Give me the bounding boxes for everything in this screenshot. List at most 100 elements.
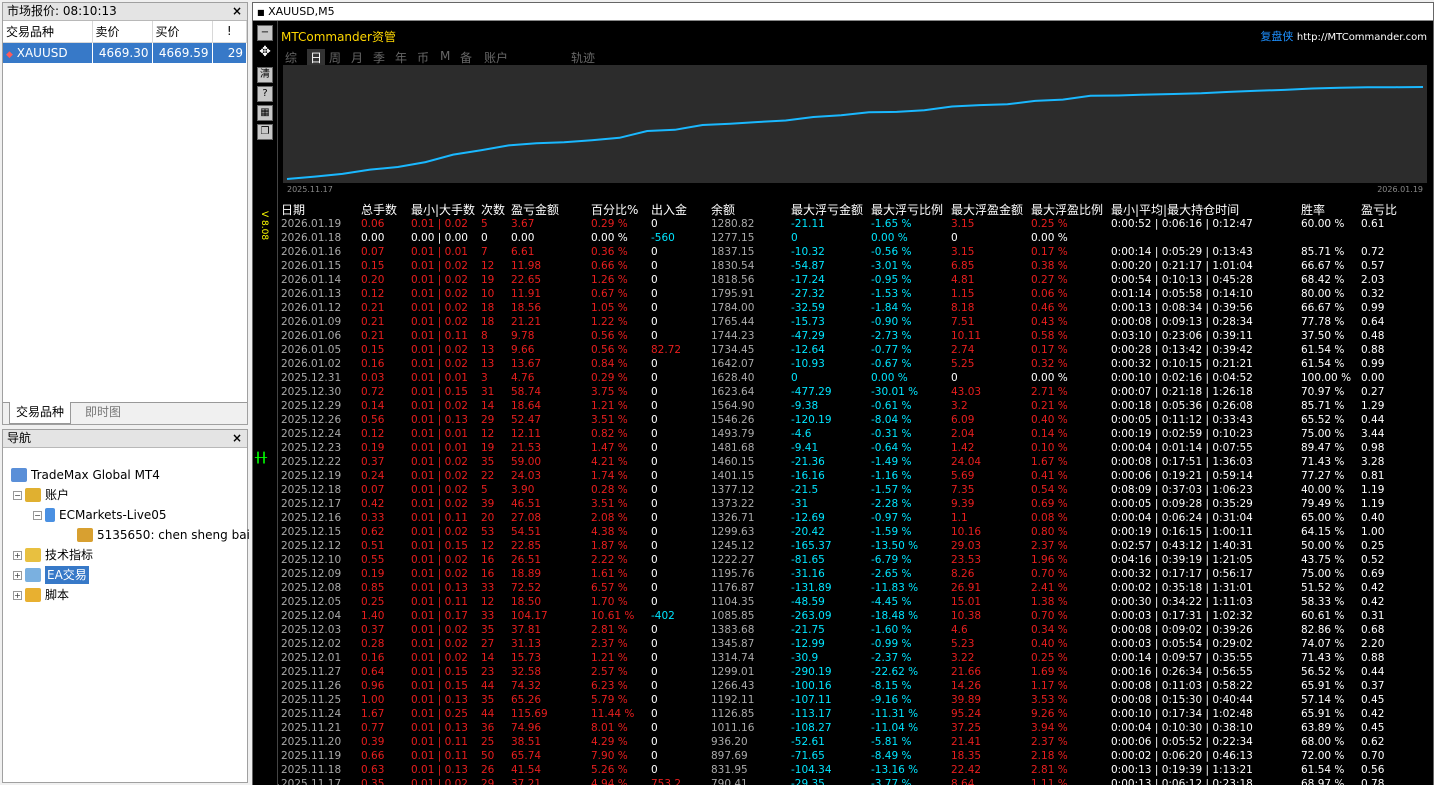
col-spread[interactable]: ! xyxy=(212,21,247,43)
grid-icon[interactable]: ▦ xyxy=(257,105,273,121)
col-bid[interactable]: 卖价 xyxy=(92,21,153,43)
minimize-icon[interactable]: − xyxy=(257,25,273,41)
table-row[interactable]: 2026.01.14 0.20 0.01 | 0.02 19 22.65 1.26 % 0 1… xyxy=(279,274,1433,288)
cell-8: -10.93 xyxy=(791,358,825,370)
tree-accounts[interactable]: − 账户 xyxy=(13,486,69,504)
table-row[interactable]: 2025.11.18 0.63 0.01 | 0.13 26 41.54 5.26 % 0 8… xyxy=(279,764,1433,778)
period-tab-10[interactable]: 轨迹 xyxy=(571,49,595,66)
period-tab-6[interactable]: 币 xyxy=(417,49,429,66)
period-tab-3[interactable]: 月 xyxy=(351,49,363,66)
cell-13: 65.00 % xyxy=(1301,512,1345,524)
chart-window[interactable]: ■ XAUUSD,M5 − ✥ 清 ? ▦ ❐ V 8.08 ╂╂ MTComm… xyxy=(252,2,1434,785)
brand-url[interactable]: http://MTCommander.com xyxy=(1297,32,1427,43)
move-icon[interactable]: ✥ xyxy=(257,45,273,61)
tree-scripts[interactable]: + 脚本 xyxy=(13,586,69,604)
table-row[interactable]: 2026.01.19 0.06 0.01 | 0.02 5 3.67 0.29 % 0 128… xyxy=(279,218,1433,232)
period-tab-0[interactable]: 综 xyxy=(285,49,297,66)
table-row[interactable]: 2026.01.09 0.21 0.01 | 0.02 18 21.21 1.22 % 0 1… xyxy=(279,316,1433,330)
table-row[interactable]: 2025.11.26 0.96 0.01 | 0.15 44 74.32 6.23 % 0 1… xyxy=(279,680,1433,694)
table-row[interactable]: 2026.01.16 0.07 0.01 | 0.01 7 6.61 0.36 % 0 183… xyxy=(279,246,1433,260)
table-row[interactable]: 2025.12.03 0.37 0.01 | 0.02 35 37.81 2.81 % 0 1… xyxy=(279,624,1433,638)
symbol-cell[interactable]: ◆ XAUUSD xyxy=(3,42,93,63)
cell-11: 0.25 % xyxy=(1031,218,1068,230)
table-row[interactable]: 2026.01.18 0.00 0.00 | 0.00 0 0.00 0.00 % -560… xyxy=(279,232,1433,246)
close-icon[interactable]: × xyxy=(232,3,242,20)
cell-4: 32.58 xyxy=(511,666,542,678)
table-row[interactable]: 2026.01.06 0.21 0.01 | 0.11 8 9.78 0.56 % 0 174… xyxy=(279,330,1433,344)
cell-0: 2026.01.06 xyxy=(281,330,342,342)
table-row[interactable]: 2025.12.04 1.40 0.01 | 0.17 33 104.17 10.61 %… xyxy=(279,610,1433,624)
table-row[interactable]: 2025.11.20 0.39 0.01 | 0.11 25 38.51 4.29 % 0 9… xyxy=(279,736,1433,750)
window-icon[interactable]: ❐ xyxy=(257,124,273,140)
cell-8: -12.64 xyxy=(791,344,825,356)
expand-icon[interactable]: + xyxy=(13,590,22,600)
cell-10: 8.26 xyxy=(951,568,975,580)
expand-icon[interactable]: + xyxy=(13,550,22,560)
tree-login[interactable]: 5135650: chen sheng bai xyxy=(77,526,250,544)
table-row[interactable]: 2025.12.10 0.55 0.01 | 0.02 16 26.51 2.22 % 0 1… xyxy=(279,554,1433,568)
expand-icon[interactable]: + xyxy=(13,570,22,580)
table-row[interactable]: 2025.12.05 0.25 0.01 | 0.11 12 18.50 1.70 % 0 1… xyxy=(279,596,1433,610)
table-row[interactable]: 2025.12.23 0.19 0.01 | 0.01 19 21.53 1.47 % 0 1… xyxy=(279,442,1433,456)
tab-symbols[interactable]: 交易品种 xyxy=(9,402,72,424)
cell-5: 1.70 % xyxy=(591,596,628,608)
table-row[interactable]: 2025.11.25 1.00 0.01 | 0.13 35 65.26 5.79 % 0 1… xyxy=(279,694,1433,708)
table-row[interactable]: 2025.12.26 0.56 0.01 | 0.13 29 52.47 3.51 % 0 1… xyxy=(279,414,1433,428)
table-row[interactable]: 2025.12.17 0.42 0.01 | 0.02 39 46.51 3.51 % 0 1… xyxy=(279,498,1433,512)
cell-12: 0:00:04 | 0:06:24 | 0:31:04 xyxy=(1111,512,1253,524)
tree-server[interactable]: − ECMarkets-Live05 xyxy=(33,506,167,524)
cell-8: -104.34 xyxy=(791,764,832,776)
period-tab-1[interactable]: 日 xyxy=(307,49,326,66)
table-row[interactable]: 2025.11.27 0.64 0.01 | 0.15 23 32.58 2.57 % 0 1… xyxy=(279,666,1433,680)
table-row[interactable]: 2025.12.01 0.16 0.01 | 0.02 14 15.73 1.21 % 0 1… xyxy=(279,652,1433,666)
table-row[interactable]: 2025.11.17 0.35 0.01 | 0.02 29 37.21 4.94 % 75… xyxy=(279,778,1433,785)
table-row[interactable]: 2025.12.31 0.03 0.01 | 0.01 3 4.76 0.29 % 0 162… xyxy=(279,372,1433,386)
table-row[interactable]: 2025.12.24 0.12 0.01 | 0.01 12 12.11 0.82 % 0 1… xyxy=(279,428,1433,442)
period-tab-5[interactable]: 年 xyxy=(395,49,407,66)
cell-1: 0.03 xyxy=(361,372,385,384)
collapse-icon[interactable]: − xyxy=(13,490,22,500)
table-row[interactable]: 2025.12.30 0.72 0.01 | 0.15 31 58.74 3.75 % 0 1… xyxy=(279,386,1433,400)
table-row[interactable]: 2025.12.19 0.24 0.01 | 0.02 22 24.03 1.74 % 0 1… xyxy=(279,470,1433,484)
table-row[interactable]: 2025.12.15 0.62 0.01 | 0.02 53 54.51 4.38 % 0 1… xyxy=(279,526,1433,540)
table-row[interactable]: 2025.12.08 0.85 0.01 | 0.13 33 72.52 6.57 % 0 1… xyxy=(279,582,1433,596)
tree-experts[interactable]: + EA交易 xyxy=(13,566,89,584)
table-row[interactable]: 2026.01.02 0.16 0.01 | 0.02 13 13.67 0.84 % 0 1… xyxy=(279,358,1433,372)
table-row[interactable]: 2025.11.19 0.66 0.01 | 0.11 50 65.74 7.90 % 0 8… xyxy=(279,750,1433,764)
cell-4: 3.90 xyxy=(511,484,535,496)
period-tab-7[interactable]: M xyxy=(440,49,450,63)
market-watch-title-text: 市场报价: 08:10:13 xyxy=(7,4,117,18)
col-ask[interactable]: 买价 xyxy=(152,21,213,43)
period-tab-4[interactable]: 季 xyxy=(373,49,385,66)
table-row[interactable]: 2025.12.02 0.28 0.01 | 0.02 27 31.13 2.37 % 0 1… xyxy=(279,638,1433,652)
table-row[interactable]: 2025.12.16 0.33 0.01 | 0.11 20 27.08 2.08 % 0 1… xyxy=(279,512,1433,526)
table-row[interactable]: 2025.12.22 0.37 0.01 | 0.02 35 59.00 4.21 % 0 1… xyxy=(279,456,1433,470)
cell-5: 1.47 % xyxy=(591,442,628,454)
help-icon[interactable]: ? xyxy=(257,86,273,102)
table-row[interactable]: 2026.01.12 0.21 0.01 | 0.02 18 18.56 1.05 % 0 1… xyxy=(279,302,1433,316)
period-tab-9[interactable]: 账户 xyxy=(484,49,508,66)
table-row[interactable]: 2025.12.09 0.19 0.01 | 0.02 16 18.89 1.61 % 0 1… xyxy=(279,568,1433,582)
cell-3: 7 xyxy=(481,246,488,258)
cell-8: -21.36 xyxy=(791,456,825,468)
tree-indicators[interactable]: + 技术指标 xyxy=(13,546,93,564)
clear-icon[interactable]: 清 xyxy=(257,67,273,83)
close-icon[interactable]: × xyxy=(232,430,242,447)
table-row[interactable]: 2025.11.24 1.67 0.01 | 0.25 44 115.69 11.44 %… xyxy=(279,708,1433,722)
symbol-row[interactable]: ◆ XAUUSD 4669.30 4669.59 29 xyxy=(3,42,247,63)
period-tab-2[interactable]: 周 xyxy=(329,49,341,66)
period-tab-8[interactable]: 备 xyxy=(460,49,472,66)
col-symbol[interactable]: 交易品种 xyxy=(3,21,93,43)
cell-1: 0.51 xyxy=(361,540,385,552)
collapse-icon[interactable]: − xyxy=(33,510,42,520)
tab-tick-chart[interactable]: 即时图 xyxy=(79,402,127,424)
tree-broker[interactable]: TradeMax Global MT4 xyxy=(11,466,160,484)
table-row[interactable]: 2025.12.18 0.07 0.01 | 0.02 5 3.90 0.28 % 0 137… xyxy=(279,484,1433,498)
table-row[interactable]: 2025.11.21 0.77 0.01 | 0.13 36 74.96 8.01 % 0 1… xyxy=(279,722,1433,736)
table-row[interactable]: 2025.12.29 0.14 0.01 | 0.02 14 18.64 1.21 % 0 1… xyxy=(279,400,1433,414)
table-row[interactable]: 2026.01.05 0.15 0.01 | 0.02 13 9.66 0.56 % 82.… xyxy=(279,344,1433,358)
cell-11: 1.67 % xyxy=(1031,456,1068,468)
table-row[interactable]: 2026.01.15 0.15 0.01 | 0.02 12 11.98 0.66 % 0 1… xyxy=(279,260,1433,274)
table-row[interactable]: 2026.01.13 0.12 0.01 | 0.02 10 11.91 0.67 % 0 1… xyxy=(279,288,1433,302)
table-row[interactable]: 2025.12.12 0.51 0.01 | 0.15 12 22.85 1.87 % 0 1… xyxy=(279,540,1433,554)
